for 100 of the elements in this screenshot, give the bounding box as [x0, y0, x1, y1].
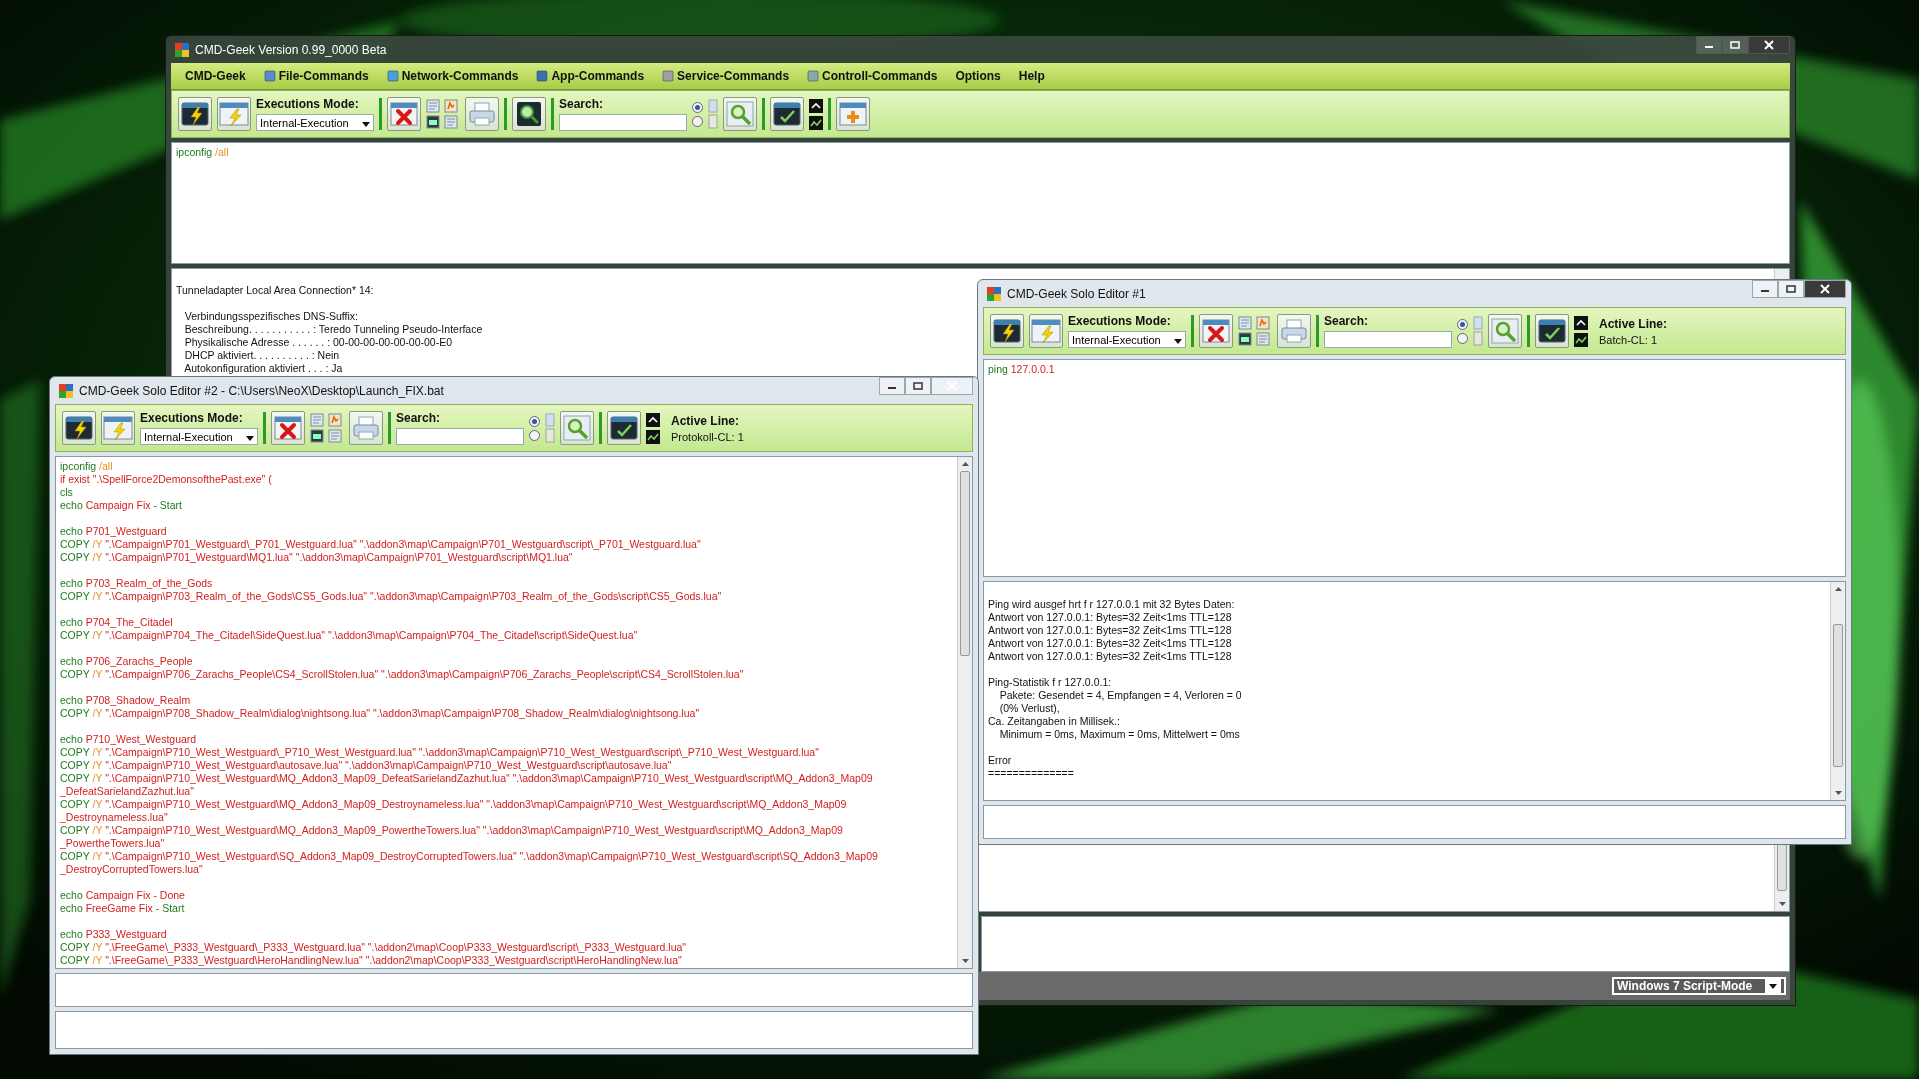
menu-item[interactable]: Help [1010, 66, 1053, 86]
radio-button[interactable] [529, 429, 540, 441]
stop-button[interactable] [1199, 314, 1233, 348]
scroll-down-icon[interactable] [1834, 791, 1842, 795]
code-line: echo Campaign Fix - Done [60, 889, 185, 902]
menu-item[interactable]: File-Commands [255, 66, 377, 86]
search-field[interactable] [559, 114, 687, 131]
window-title: CMD-Geek Solo Editor #2 - C:\Users\NeoX\Desktop\Launch_FIX.bat [79, 383, 444, 398]
radio-button[interactable] [1457, 318, 1468, 330]
minimize-button[interactable] [1752, 280, 1778, 298]
scrollbar-thumb[interactable] [1777, 844, 1787, 891]
mode-dropdown[interactable]: Internal-Execution [256, 114, 374, 131]
output-line: Verbindungsspezifisches DNS-Suffix: [183, 310, 358, 323]
radio-button[interactable] [529, 415, 540, 427]
input-box[interactable] [983, 805, 1846, 839]
maximize-button[interactable] [1778, 280, 1804, 298]
scrollbar[interactable] [957, 457, 972, 968]
wave-icon[interactable] [1574, 332, 1588, 347]
search-field[interactable] [1324, 331, 1452, 348]
radio-button[interactable] [692, 101, 703, 113]
scrollbar-thumb[interactable] [1833, 624, 1843, 768]
caret-icon [1174, 338, 1182, 344]
command-editor[interactable]: ipconfig /all [171, 142, 1790, 264]
printer-icon [352, 415, 380, 441]
mode-dropdown[interactable]: Internal-Execution [1068, 331, 1186, 348]
active-line-label: Active Line: [671, 413, 740, 428]
chevron-up-icon[interactable] [646, 412, 660, 427]
mode-label: Executions Mode: [256, 97, 360, 111]
menu-item[interactable]: CMD-Geek [177, 66, 254, 86]
wave-icon[interactable] [646, 429, 660, 444]
search-button[interactable] [1488, 314, 1522, 348]
scroll-down-icon[interactable] [1778, 902, 1786, 906]
wave-icon[interactable] [809, 115, 823, 130]
caret-icon [362, 121, 370, 127]
input-box[interactable] [55, 973, 973, 1007]
code-line: COPY /Y ".\Campaign\P710_West_Westguard\autosave.lua" ".\addon3\map\Campaign\P710_West_Westguard\script\autosave.lua" [60, 759, 672, 772]
run-window-button[interactable] [101, 411, 135, 445]
search-field[interactable] [396, 428, 524, 445]
scrollbar-thumb[interactable] [960, 471, 970, 656]
output-line: Beschreibung. . . . . . . . . . . : Teredo Tunneling Pseudo-Interface [183, 323, 483, 336]
output-line: ============== [988, 767, 1074, 780]
output-line: Ping-Statistik f r 127.0.0.1: [988, 676, 1112, 689]
code-line: _DestroyCorruptedTowers.lua" [60, 863, 203, 876]
menu-item[interactable]: Controll-Commands [799, 66, 946, 86]
script-mode-dropdown[interactable]: Windows 7 Script-Mode [1612, 977, 1786, 995]
clear-button[interactable] [770, 97, 804, 131]
new-editor-button[interactable] [836, 97, 870, 131]
input-box[interactable] [55, 1011, 973, 1049]
stop-button[interactable] [387, 97, 421, 131]
window-cross-icon [390, 101, 418, 127]
mode-dropdown[interactable]: Internal-Execution [140, 428, 258, 445]
code-line: echo P706_Zarachs_People [60, 655, 193, 668]
scroll-up-icon[interactable] [1834, 587, 1842, 591]
radio-button[interactable] [1457, 332, 1468, 344]
input-box[interactable] [981, 916, 1790, 972]
scroll-down-icon[interactable] [961, 959, 969, 963]
find-button[interactable] [512, 97, 546, 131]
terminal-icon[interactable] [426, 115, 440, 129]
search-button[interactable] [723, 97, 757, 131]
script-editor[interactable] [55, 456, 973, 969]
code-line: ipconfig /all [176, 146, 229, 159]
output-line: Physikalische Adresse . . . . . . : 00-00-00-00-00-00-00-E0 [183, 336, 453, 349]
output-line: (0% Verlust), [998, 702, 1060, 715]
window-plus-icon [839, 101, 867, 127]
run-button[interactable] [990, 314, 1024, 348]
scrollbar[interactable] [1830, 582, 1845, 800]
output-line: Pakete: Gesendet = 4, Empfangen = 4, Verloren = 0 [998, 689, 1242, 702]
run-button[interactable] [62, 411, 96, 445]
command-editor[interactable]: ping 127.0.0.1 [983, 359, 1846, 577]
chevron-up-icon[interactable] [1574, 315, 1588, 330]
output-line: Minimum = 0ms, Maximum = 0ms, Mittelwert = 0ms [998, 728, 1240, 741]
menu-item[interactable]: Network-Commands [378, 66, 527, 86]
run-window-button[interactable] [217, 97, 251, 131]
stop-button[interactable] [271, 411, 305, 445]
terminal-icon[interactable] [310, 429, 324, 443]
close-button[interactable] [1748, 36, 1790, 54]
radio-button[interactable] [692, 115, 703, 127]
scroll-up-icon[interactable] [961, 462, 969, 466]
chevron-up-icon[interactable] [809, 98, 823, 113]
window-title: CMD-Geek Version 0.99_0000 Beta [195, 42, 387, 57]
print-button[interactable] [349, 411, 383, 445]
app-logo-icon [987, 286, 1001, 301]
print-button[interactable] [1277, 314, 1311, 348]
clear-button[interactable] [1535, 314, 1569, 348]
menu-item[interactable]: Service-Commands [654, 66, 798, 86]
minimize-button[interactable] [1696, 36, 1722, 54]
run-button[interactable] [178, 97, 212, 131]
menu-item[interactable]: Options [947, 66, 1009, 86]
maximize-button[interactable] [1722, 36, 1748, 54]
clear-button[interactable] [607, 411, 641, 445]
app-logo-icon [59, 383, 73, 398]
run-window-button[interactable] [1029, 314, 1063, 348]
mode-label: Executions Mode: [140, 411, 244, 425]
maximize-button[interactable] [905, 377, 931, 395]
menu-item[interactable]: App-Commands [528, 66, 653, 86]
print-button[interactable] [465, 97, 499, 131]
minimize-button[interactable] [879, 377, 905, 395]
terminal-icon[interactable] [1238, 332, 1252, 346]
search-button[interactable] [560, 411, 594, 445]
close-button[interactable] [1804, 280, 1846, 298]
